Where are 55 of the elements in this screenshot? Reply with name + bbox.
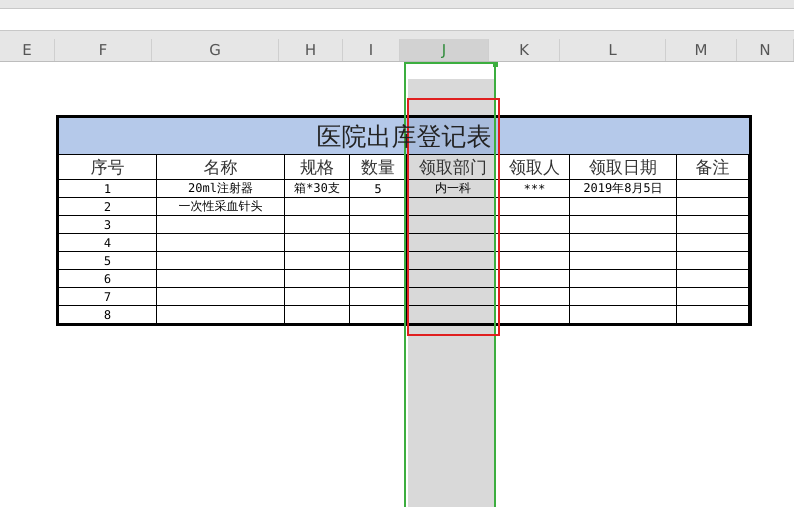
column-heading: 领取日期 bbox=[570, 155, 677, 180]
column-heading: 备注 bbox=[677, 155, 749, 180]
table-cell bbox=[500, 252, 570, 270]
table-cell: 1 bbox=[59, 180, 157, 198]
table-cell bbox=[350, 270, 407, 288]
column-header[interactable]: E bbox=[0, 39, 55, 61]
column-heading: 领取人 bbox=[500, 155, 570, 180]
table-cell bbox=[677, 216, 749, 234]
column-header[interactable]: K bbox=[489, 39, 560, 61]
table-cell: 8 bbox=[59, 306, 157, 323]
column-header[interactable]: G bbox=[152, 39, 279, 61]
table-cell: 2019年8月5日 bbox=[570, 180, 677, 198]
table-cell bbox=[500, 288, 570, 306]
table-cell bbox=[677, 234, 749, 252]
column-heading: 名称 bbox=[157, 155, 285, 180]
column-header[interactable]: N bbox=[737, 39, 794, 61]
table-cell bbox=[350, 252, 407, 270]
table-cell bbox=[677, 180, 749, 198]
table-cell bbox=[285, 234, 350, 252]
table-cell: 7 bbox=[59, 288, 157, 306]
table-cell bbox=[500, 234, 570, 252]
table-cell bbox=[677, 288, 749, 306]
table-cell bbox=[285, 252, 350, 270]
column-heading: 数量 bbox=[350, 155, 407, 180]
table-cell bbox=[677, 252, 749, 270]
table-cell bbox=[677, 270, 749, 288]
table-cell: *** bbox=[500, 180, 570, 198]
table-cell: 20ml注射器 bbox=[157, 180, 285, 198]
table-cell bbox=[500, 198, 570, 216]
column-header[interactable]: L bbox=[560, 39, 666, 61]
table-cell: 5 bbox=[59, 252, 157, 270]
column-heading: 序号 bbox=[59, 155, 157, 180]
table-cell: 箱*30支 bbox=[285, 180, 350, 198]
table-cell: 3 bbox=[59, 216, 157, 234]
table-cell: 5 bbox=[350, 180, 407, 198]
table-cell: 4 bbox=[59, 234, 157, 252]
table-cell bbox=[350, 234, 407, 252]
column-heading: 规格 bbox=[285, 155, 350, 180]
table-cell bbox=[285, 216, 350, 234]
table-cell bbox=[285, 270, 350, 288]
table-cell bbox=[500, 270, 570, 288]
table-cell bbox=[285, 198, 350, 216]
table-cell: 2 bbox=[59, 198, 157, 216]
table-cell: 6 bbox=[59, 270, 157, 288]
table-cell: 一次性采血针头 bbox=[157, 198, 285, 216]
table-cell bbox=[350, 198, 407, 216]
table-cell bbox=[500, 216, 570, 234]
table-cell bbox=[285, 288, 350, 306]
fill-handle[interactable] bbox=[493, 62, 498, 67]
column-header[interactable]: H bbox=[279, 39, 343, 61]
table-cell bbox=[350, 288, 407, 306]
column-header[interactable]: M bbox=[666, 39, 737, 61]
table-cell bbox=[350, 216, 407, 234]
table-cell bbox=[677, 198, 749, 216]
column-header[interactable]: F bbox=[55, 39, 152, 61]
